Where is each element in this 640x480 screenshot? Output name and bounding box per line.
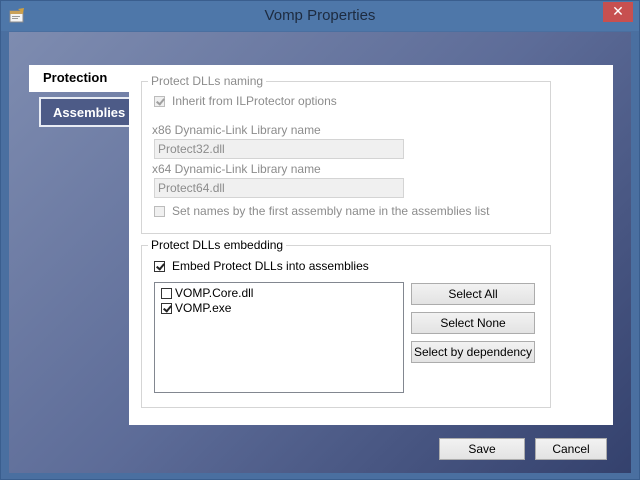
embedding-legend: Protect DLLs embedding [148,238,287,252]
client-area: Protection Assemblies Protect DLLs namin… [9,32,631,473]
assemblies-listbox[interactable]: VOMP.Core.dll VOMP.exe [154,282,404,393]
tab-assemblies[interactable]: Assemblies [39,97,137,127]
select-by-dependency-button[interactable]: Select by dependency [411,341,535,363]
setnames-checkbox[interactable] [154,206,165,217]
select-none-button[interactable]: Select None [411,312,535,334]
inherit-checkbox[interactable] [154,96,165,107]
naming-group: Protect DLLs naming Inherit from ILProte… [141,74,551,234]
item-checkbox[interactable] [161,288,172,299]
tab-protection[interactable]: Protection [29,65,137,92]
x86-name-field[interactable]: Protect32.dll [154,139,404,159]
embed-checkbox[interactable] [154,261,165,272]
protection-panel: Protect DLLs naming Inherit from ILProte… [129,65,613,425]
x64-name-field[interactable]: Protect64.dll [154,178,404,198]
embed-label: Embed Protect DLLs into assemblies [172,259,369,273]
window-title: Vomp Properties [264,7,376,24]
item-checkbox[interactable] [161,303,172,314]
select-all-button[interactable]: Select All [411,283,535,305]
setnames-label: Set names by the first assembly name in … [172,204,490,218]
item-label: VOMP.Core.dll [175,286,254,300]
list-item[interactable]: VOMP.Core.dll [159,286,399,302]
title-bar[interactable]: Vomp Properties ✕ [1,1,639,31]
inherit-label: Inherit from ILProtector options [172,94,337,108]
item-label: VOMP.exe [175,301,232,315]
cancel-button[interactable]: Cancel [535,438,607,460]
properties-window: Vomp Properties ✕ Protection Assemblies … [0,0,640,480]
close-button[interactable]: ✕ [603,2,633,22]
embedding-group: Protect DLLs embedding Embed Protect DLL… [141,238,551,408]
x64-label: x64 Dynamic-Link Library name [152,162,321,176]
naming-legend: Protect DLLs naming [148,74,267,88]
x86-label: x86 Dynamic-Link Library name [152,123,321,137]
list-item[interactable]: VOMP.exe [159,301,399,317]
save-button[interactable]: Save [439,438,525,460]
